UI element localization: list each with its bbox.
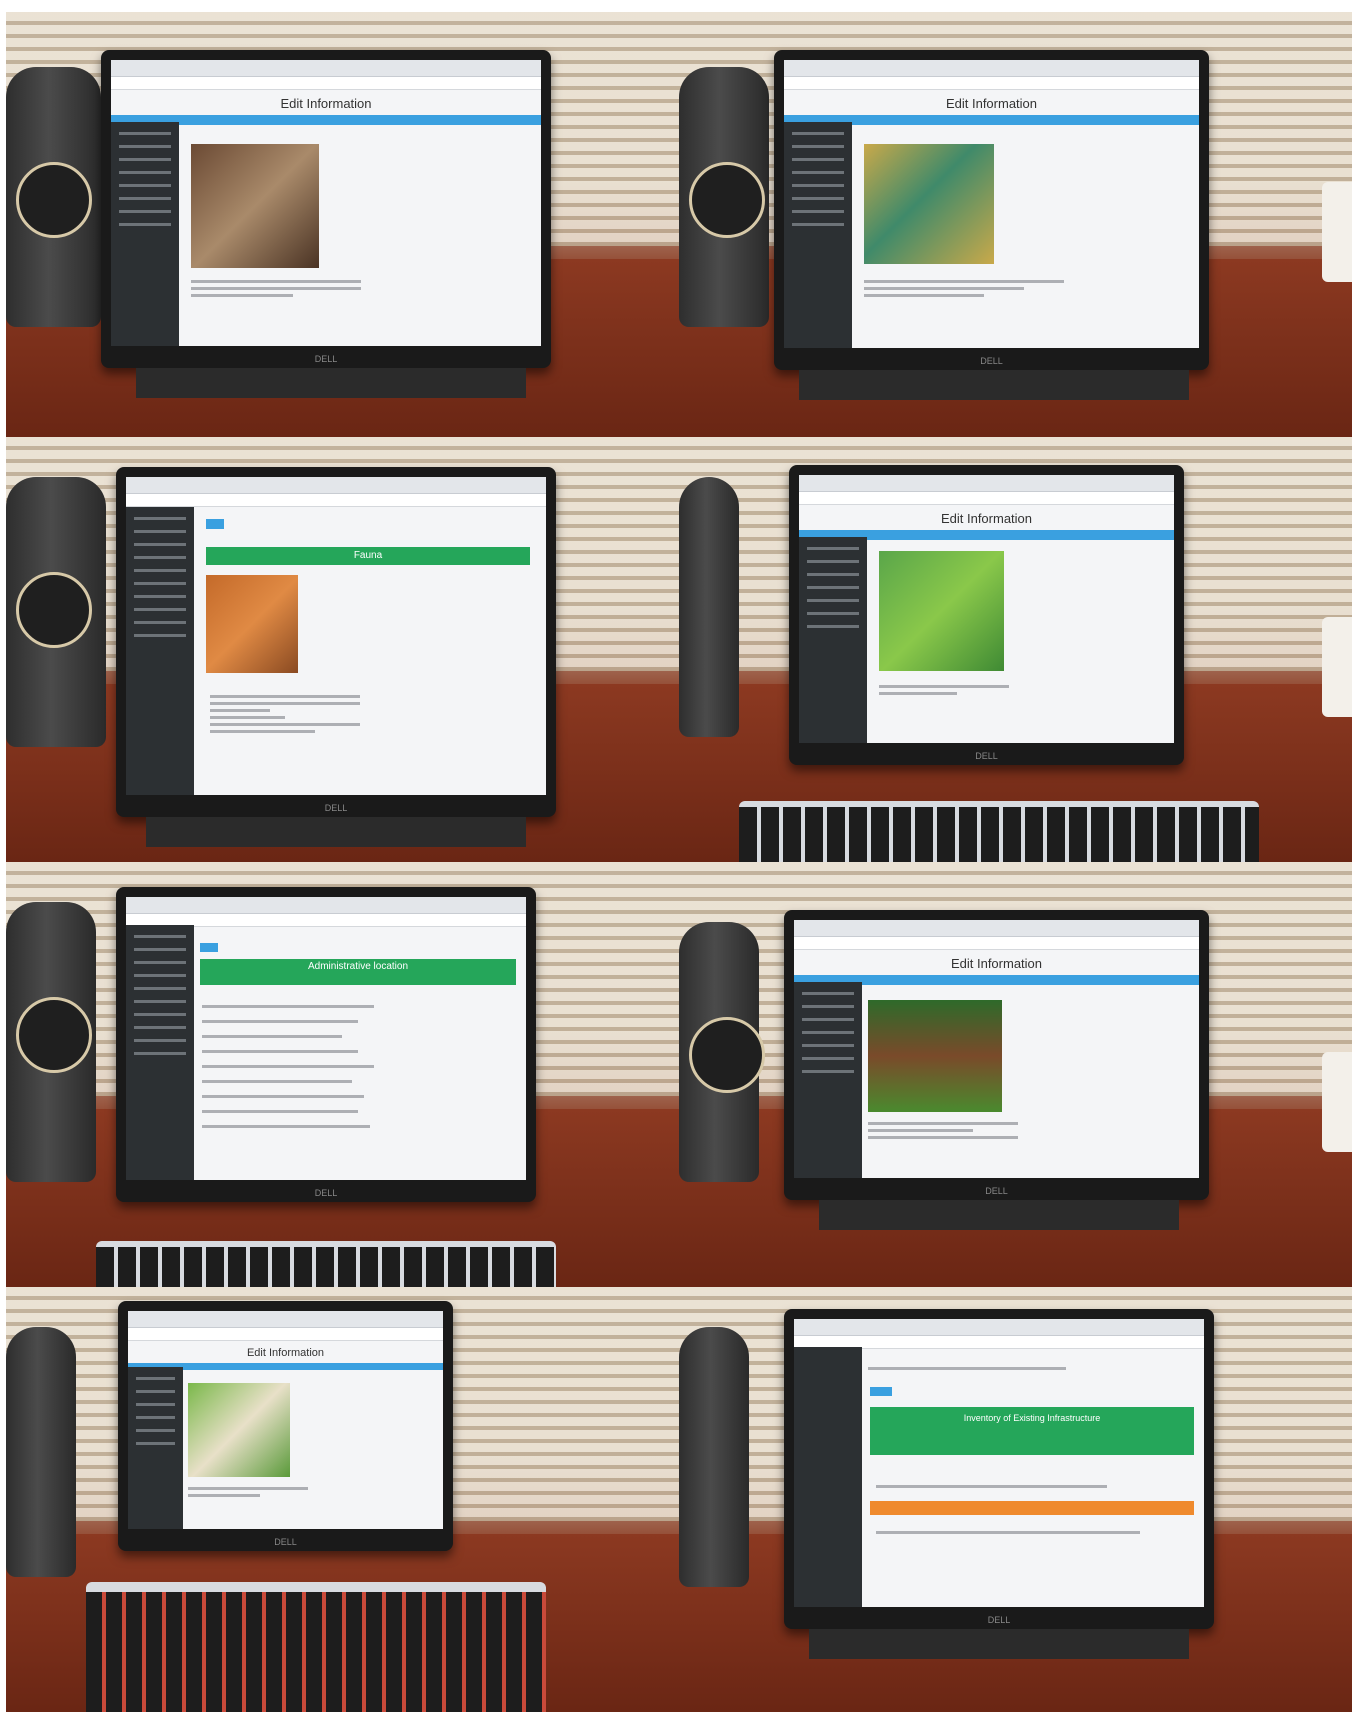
sticker-icon <box>16 162 92 238</box>
dell-logo: DELL <box>980 356 1003 366</box>
section-header: Administrative location <box>200 959 516 985</box>
cave-photo <box>191 144 319 268</box>
mug <box>1322 1052 1352 1152</box>
laptop-screen: Inventory of Existing Infrastructure <box>794 1319 1204 1607</box>
water-bottle <box>6 902 96 1182</box>
dell-logo: DELL <box>985 1186 1008 1196</box>
page-title: Edit Information <box>950 956 1043 971</box>
photo-panel-5: Administrative location DELL <box>6 862 679 1287</box>
photo-panel-1: Edit Information DELL <box>6 12 679 437</box>
sticker-icon <box>689 162 765 238</box>
laptop: Administrative location DELL <box>116 887 536 1202</box>
sidebar <box>784 122 852 348</box>
water-bottle <box>6 1327 76 1577</box>
dell-logo: DELL <box>324 803 348 813</box>
laptop: Edit Information DELL <box>789 465 1184 765</box>
house-photo <box>868 1000 1002 1112</box>
laptop-screen: Administrative location <box>126 897 526 1180</box>
add-button[interactable] <box>200 943 218 952</box>
laptop: Edit Information DELL <box>101 50 551 368</box>
sidebar <box>126 507 194 795</box>
laptop-screen: Edit Information <box>799 475 1174 743</box>
sidebar <box>128 1367 183 1529</box>
dell-logo: DELL <box>274 1537 297 1547</box>
water-bottle <box>6 67 101 327</box>
laptop: Edit Information DELL <box>784 910 1209 1200</box>
sticker-icon <box>16 572 92 648</box>
water-bottle <box>679 922 765 1182</box>
page-title: Edit Information <box>246 1347 325 1359</box>
laptop-screen: Edit Information <box>784 60 1199 348</box>
add-button[interactable] <box>206 519 224 529</box>
sidebar <box>126 925 194 1180</box>
map-image <box>188 1383 290 1477</box>
dell-logo: DELL <box>987 1615 1011 1625</box>
laptop-screen: Edit Information <box>794 920 1199 1178</box>
sidebar <box>799 537 867 743</box>
laptop: Edit Information DELL <box>774 50 1209 370</box>
sidebar <box>794 982 862 1178</box>
dell-logo: DELL <box>314 1188 338 1198</box>
photo-grid: Edit Information DELL Edit Information D… <box>6 12 1352 1712</box>
laptop-screen: Fauna <box>126 477 546 795</box>
map-image <box>879 551 1004 671</box>
mug <box>1322 182 1352 282</box>
water-bottle <box>6 477 106 747</box>
photo-panel-2: Edit Information DELL <box>679 12 1352 437</box>
sidebar <box>111 122 179 346</box>
section-header: Inventory of Existing Infrastructure <box>870 1407 1194 1455</box>
laptop-screen: Edit Information <box>128 1311 443 1529</box>
laptop: Inventory of Existing Infrastructure DEL… <box>784 1309 1214 1629</box>
water-bottle <box>679 67 769 327</box>
photo-panel-7: Edit Information DELL <box>6 1287 679 1712</box>
laptop: Edit Information DELL <box>118 1301 453 1551</box>
dell-logo: DELL <box>314 354 338 364</box>
deer-photo <box>206 575 298 673</box>
photo-panel-8: Inventory of Existing Infrastructure DEL… <box>679 1287 1352 1712</box>
laptop-screen: Edit Information <box>111 60 541 346</box>
page-title: Edit Information <box>280 96 372 111</box>
page-title: Edit Information <box>945 96 1038 111</box>
keyboard <box>96 1241 556 1287</box>
laptop: Fauna DELL <box>116 467 556 817</box>
mug <box>1322 617 1352 717</box>
sticker-icon <box>16 997 92 1073</box>
photo-panel-4: Edit Information DELL <box>679 437 1352 862</box>
add-button[interactable] <box>870 1387 892 1396</box>
keyboard <box>739 801 1259 862</box>
dell-logo: DELL <box>975 751 998 761</box>
photo-panel-6: Edit Information DELL <box>679 862 1352 1287</box>
water-bottle <box>679 477 739 737</box>
page-title: Edit Information <box>940 511 1033 526</box>
section-header: Fauna <box>206 547 530 565</box>
sticker-icon <box>689 1017 765 1093</box>
water-bottle <box>679 1327 749 1587</box>
sidebar <box>794 1347 862 1607</box>
keyboard <box>86 1582 546 1712</box>
map-image <box>864 144 994 264</box>
photo-panel-3: Fauna DELL <box>6 437 679 862</box>
orange-bar <box>870 1501 1194 1515</box>
